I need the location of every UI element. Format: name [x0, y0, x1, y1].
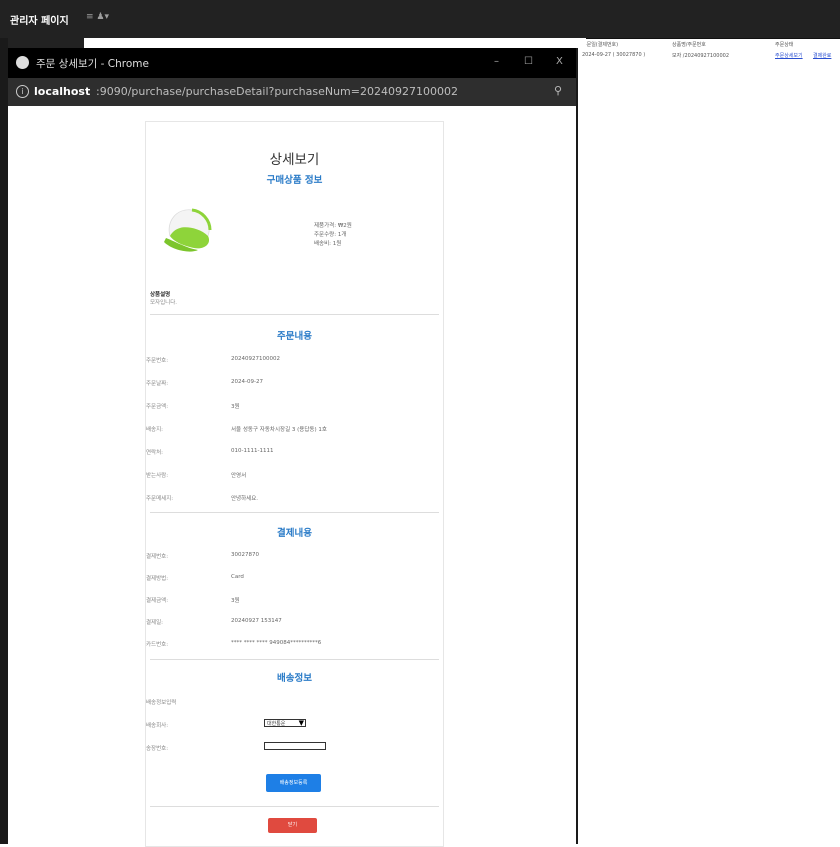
order-amount-label: 주문금액: [146, 404, 169, 410]
order-message-label: 주문메세지: [146, 496, 174, 502]
table-cell: 2024-09-27 ( 30027870 ) [582, 52, 646, 58]
payment-method-value: Card [231, 574, 244, 580]
url-host: localhost [34, 85, 91, 98]
tracking-input[interactable] [264, 742, 326, 750]
table-header: 상품명/주문번호 [672, 42, 706, 48]
receiver-label: 받는사람: [146, 473, 169, 479]
payment-date-value: 20240927 153147 [231, 618, 282, 624]
card-number-label: 카드번호: [146, 642, 169, 648]
order-amount-value: 3원 [231, 404, 240, 410]
order-detail-link[interactable]: 주문상세보기 [775, 52, 803, 59]
payment-amount-label: 결제금액: [146, 598, 169, 604]
phone-value: 010-1111-1111 [231, 448, 274, 454]
chevron-down-icon: ▼ [298, 719, 304, 727]
order-date-value: 2024-09-27 [231, 379, 263, 385]
payment-date-label: 결제일: [146, 620, 164, 626]
info-icon[interactable]: i [16, 85, 29, 98]
user-icon[interactable]: ♟▾ [96, 12, 109, 22]
card-number-value: **** **** **** 949084**********6 [231, 640, 322, 646]
table-header: 주문상태 [775, 42, 794, 48]
courier-select[interactable]: 대한통운 ▼ [264, 719, 306, 727]
tracking-label: 송장번호: [146, 746, 169, 752]
product-qty: 주문수량: 1개 [314, 232, 347, 238]
order-date-label: 주문날짜: [146, 381, 169, 387]
divider [150, 659, 439, 660]
receiver-value: 안영서 [231, 473, 247, 479]
order-message-value: 안녕하세요. [231, 496, 259, 502]
table-cell: 모자 /20240927100002 [672, 53, 730, 59]
popup-titlebar[interactable]: 주문 상세보기 - Chrome – ☐ X [8, 48, 576, 78]
product-image [164, 208, 212, 252]
divider [150, 314, 439, 315]
product-shipping: 배송비: 1원 [314, 241, 342, 247]
payment-section-title: 결제내용 [277, 528, 312, 539]
payment-amount-value: 3원 [231, 598, 240, 604]
order-number-value: 20240927100002 [231, 356, 280, 362]
address-bar[interactable]: i localhost :9090/purchase/purchaseDetai… [8, 78, 576, 106]
menu-icon[interactable]: ≡ [86, 12, 94, 22]
detail-card: 상세보기 구매상품 정보 제품가격: ₩2원 주문수량: 1개 배송비: 1원 … [145, 121, 444, 847]
address-value: 서울 성동구 자동차시장길 3 (용답동) 1호 [231, 427, 327, 433]
minimize-button[interactable]: – [494, 56, 499, 67]
divider [150, 806, 439, 807]
payment-number-label: 결제번호: [146, 554, 169, 560]
admin-navbar: 관리자 페이지 ≡ ♟▾ [0, 0, 840, 39]
background-order-table: 주문일(결제번호) 상품명/주문번호 주문상태 2024-09-27 ( 300… [580, 38, 840, 68]
chrome-icon [16, 56, 29, 69]
product-section-title: 구매상품 정보 [266, 175, 323, 186]
page-title: 상세보기 [269, 152, 320, 168]
payment-method-label: 결제방법: [146, 576, 169, 582]
table-header: 주문일(결제번호) [582, 42, 619, 48]
zoom-icon[interactable]: ⚲ [554, 84, 562, 97]
admin-title[interactable]: 관리자 페이지 [10, 12, 69, 27]
close-button[interactable]: 닫기 [268, 818, 317, 833]
register-delivery-button[interactable]: 배송정보등록 [266, 774, 321, 792]
product-price: 제품가격: ₩2원 [314, 223, 352, 229]
courier-selected: 대한통운 [267, 721, 286, 727]
delivery-section-title: 배송정보 [277, 673, 312, 684]
url-path: :9090/purchase/purchaseDetail?purchaseNu… [96, 85, 458, 98]
desc-label: 상품설명 [150, 292, 171, 298]
popup-window: 주문 상세보기 - Chrome – ☐ X i localhost :9090… [0, 38, 586, 847]
address-label: 배송지: [146, 427, 164, 433]
order-section-title: 주문내용 [277, 331, 312, 342]
payment-complete-link[interactable]: 결제완료 [813, 52, 831, 59]
phone-label: 연락처: [146, 450, 164, 456]
maximize-button[interactable]: ☐ [524, 56, 533, 67]
desc-value: 모자입니다. [150, 300, 178, 306]
payment-number-value: 30027870 [231, 552, 259, 558]
product-info: 제품가격: ₩2원 주문수량: 1개 배송비: 1원 [314, 222, 352, 249]
divider [150, 512, 439, 513]
order-number-label: 주문번호: [146, 358, 169, 364]
delivery-input-label: 배송정보입력 [146, 700, 177, 706]
courier-label: 배송회사: [146, 723, 169, 729]
close-window-button[interactable]: X [556, 56, 563, 67]
window-title: 주문 상세보기 - Chrome [36, 58, 149, 70]
